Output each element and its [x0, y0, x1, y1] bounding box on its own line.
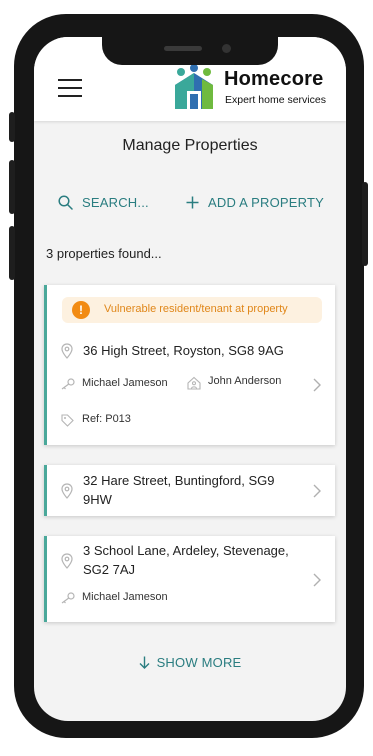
- owner-row: Michael Jameson: [61, 591, 168, 604]
- address-line: 32 Hare Street, Buntingford, SG9: [83, 473, 275, 488]
- mute-switch: [9, 112, 15, 142]
- property-card[interactable]: 3 School Lane, Ardeley, Stevenage, SG2 7…: [44, 536, 335, 622]
- property-address: 3 School Lane, Ardeley, Stevenage, SG2 7…: [83, 541, 289, 579]
- property-address-row: 3 School Lane, Ardeley, Stevenage, SG2 7…: [61, 541, 289, 579]
- search-button[interactable]: SEARCH...: [58, 195, 149, 210]
- address-line: 3 School Lane, Ardeley, Stevenage,: [83, 543, 289, 558]
- property-address: 36 High Street, Royston, SG8 9AG: [83, 343, 284, 358]
- vulnerable-alert-banner: ! Vulnerable resident/tenant at property: [62, 297, 322, 323]
- search-label: SEARCH...: [82, 195, 149, 210]
- volume-up-button: [9, 160, 15, 214]
- front-camera: [222, 44, 231, 53]
- hamburger-menu-icon[interactable]: [58, 77, 84, 99]
- owner-name: Michael Jameson: [82, 377, 168, 389]
- tag-icon: [61, 414, 74, 427]
- show-more-button[interactable]: SHOW MORE: [34, 655, 346, 670]
- owner-name: Michael Jameson: [82, 591, 168, 603]
- key-icon: [61, 378, 75, 390]
- tenant-row: John Anderson: [187, 375, 281, 390]
- property-card[interactable]: ! Vulnerable resident/tenant at property…: [44, 285, 335, 445]
- chevron-right-icon[interactable]: [313, 573, 321, 587]
- location-pin-icon: [61, 553, 73, 569]
- key-icon: [61, 592, 75, 604]
- homecore-logo-icon: [175, 64, 213, 109]
- exclamation-icon: !: [72, 301, 90, 319]
- property-address-row: 36 High Street, Royston, SG8 9AG: [61, 341, 284, 360]
- property-card[interactable]: 32 Hare Street, Buntingford, SG9 9HW: [44, 465, 335, 516]
- power-button: [362, 182, 368, 266]
- home-person-icon: [187, 376, 201, 390]
- brand-name: Homecore: [224, 68, 324, 90]
- address-line: SG2 7AJ: [83, 562, 136, 577]
- add-property-button[interactable]: ADD A PROPERTY: [186, 195, 324, 210]
- add-property-label: ADD A PROPERTY: [208, 195, 324, 210]
- phone-notch: [102, 37, 278, 65]
- volume-down-button: [9, 226, 15, 280]
- owner-row: Michael Jameson: [61, 377, 168, 390]
- property-address: 32 Hare Street, Buntingford, SG9 9HW: [83, 471, 275, 509]
- arrow-down-icon: [139, 656, 150, 669]
- location-pin-icon: [61, 483, 73, 499]
- show-more-label: SHOW MORE: [156, 655, 242, 670]
- property-address-row: 32 Hare Street, Buntingford, SG9 9HW: [61, 471, 275, 509]
- address-line: 9HW: [83, 492, 112, 507]
- app-screen: Homecore Expert home services Manage Pro…: [34, 37, 346, 721]
- chevron-right-icon[interactable]: [313, 484, 321, 498]
- plus-icon: [186, 196, 199, 209]
- location-pin-icon: [61, 343, 73, 359]
- page-title: Manage Properties: [122, 137, 258, 154]
- brand-tagline: Expert home services: [225, 94, 326, 106]
- tenant-name: John Anderson: [208, 375, 282, 387]
- chevron-right-icon[interactable]: [313, 378, 321, 392]
- property-ref: Ref: P013: [82, 413, 131, 425]
- search-icon: [58, 195, 73, 210]
- ref-row: Ref: P013: [61, 413, 131, 427]
- speaker-grille: [164, 46, 202, 51]
- alert-text: Vulnerable resident/tenant at property: [104, 303, 288, 315]
- results-count: 3 properties found...: [46, 246, 162, 261]
